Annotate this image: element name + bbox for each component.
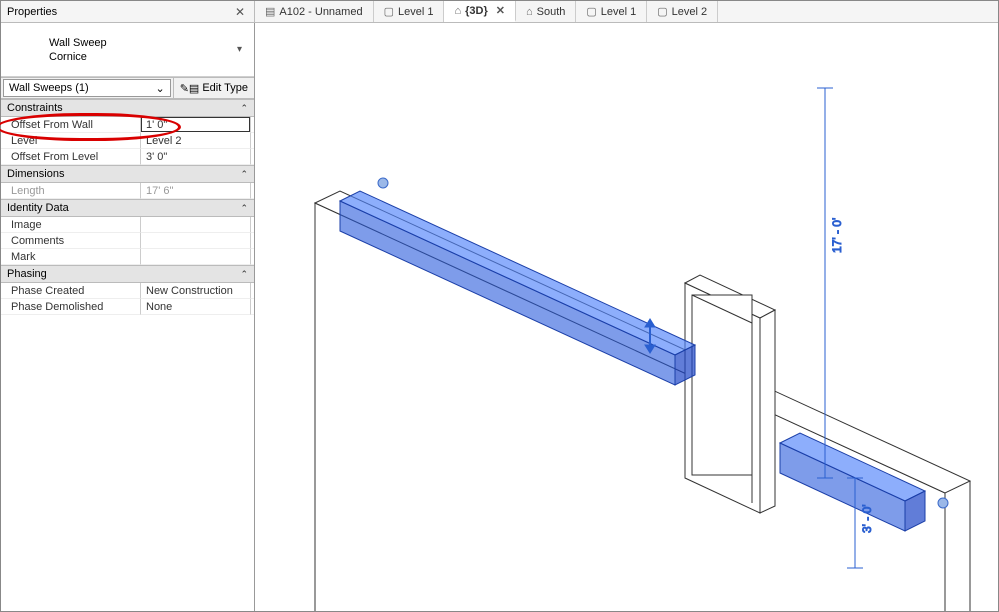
collapse-icon: ⌃ bbox=[240, 269, 248, 280]
tab-level1-b[interactable]: ▢ Level 1 bbox=[576, 1, 647, 22]
prop-label: Level bbox=[1, 133, 141, 149]
collapse-icon: ⌃ bbox=[240, 169, 248, 180]
edit-type-label: Edit Type bbox=[202, 82, 248, 94]
prop-image: Image bbox=[1, 217, 254, 233]
prop-label: Phase Created bbox=[1, 283, 141, 299]
close-icon[interactable]: ✕ bbox=[232, 5, 248, 19]
tab-label: {3D} bbox=[465, 5, 488, 17]
group-label: Phasing bbox=[7, 268, 47, 280]
group-label: Dimensions bbox=[7, 168, 64, 180]
group-header-identity[interactable]: Identity Data ⌃ bbox=[1, 199, 254, 217]
prop-value[interactable] bbox=[141, 217, 250, 233]
prop-value[interactable] bbox=[141, 233, 250, 249]
type-selector[interactable]: Wall Sweep Cornice ▾ bbox=[1, 23, 254, 77]
properties-label: Properties bbox=[7, 6, 57, 18]
prop-value[interactable] bbox=[141, 249, 250, 265]
prop-value: 17' 6" bbox=[141, 183, 250, 199]
prop-label: Mark bbox=[1, 249, 141, 265]
prop-value[interactable]: 3' 0" bbox=[141, 149, 250, 165]
tab-south[interactable]: ⌂ South bbox=[516, 1, 576, 22]
prop-label: Offset From Wall bbox=[1, 117, 141, 133]
prop-value[interactable]: None bbox=[141, 299, 250, 315]
group-header-constraints[interactable]: Constraints ⌃ bbox=[1, 99, 254, 117]
tab-3d[interactable]: ⌂ {3D} ✕ bbox=[444, 1, 516, 22]
plan-icon: ▢ bbox=[586, 5, 596, 18]
prop-offset-from-level: Offset From Level 3' 0" bbox=[1, 149, 254, 165]
tab-label: South bbox=[537, 6, 566, 18]
group-header-phasing[interactable]: Phasing ⌃ bbox=[1, 265, 254, 283]
prop-label: Phase Demolished bbox=[1, 299, 141, 315]
group-label: Constraints bbox=[7, 102, 63, 114]
chevron-down-icon: ⌄ bbox=[155, 82, 164, 95]
door-geometry bbox=[685, 275, 775, 513]
prop-comments: Comments bbox=[1, 233, 254, 249]
dim-height-label[interactable]: 17' - 0' bbox=[830, 218, 844, 253]
edit-type-button[interactable]: ✎▤ Edit Type bbox=[173, 78, 254, 98]
cube-icon: ⌂ bbox=[454, 5, 461, 17]
family-name: Wall Sweep bbox=[49, 36, 233, 50]
prop-value[interactable]: Level 2 bbox=[141, 133, 250, 149]
prop-phase-created: Phase Created New Construction bbox=[1, 283, 254, 299]
prop-length: Length 17' 6" bbox=[1, 183, 254, 199]
close-icon[interactable]: ✕ bbox=[496, 4, 505, 17]
collapse-icon: ⌃ bbox=[240, 103, 248, 114]
prop-offset-from-wall: Offset From Wall 1' 0" bbox=[1, 117, 254, 133]
dim-offset-label[interactable]: 3' - 0' bbox=[860, 504, 874, 533]
sheet-icon: ▤ bbox=[265, 5, 275, 18]
group-label: Identity Data bbox=[7, 202, 69, 214]
prop-level: Level Level 2 bbox=[1, 133, 254, 149]
prop-mark: Mark bbox=[1, 249, 254, 265]
prop-label: Image bbox=[1, 217, 141, 233]
plan-icon: ▢ bbox=[384, 5, 394, 18]
collapse-icon: ⌃ bbox=[240, 203, 248, 214]
instance-filter-dropdown[interactable]: Wall Sweeps (1) ⌄ bbox=[3, 79, 171, 97]
tab-level1-a[interactable]: ▢ Level 1 bbox=[374, 1, 445, 22]
tab-label: A102 - Unnamed bbox=[279, 6, 362, 18]
type-name: Cornice bbox=[49, 50, 233, 64]
prop-label: Length bbox=[1, 183, 141, 199]
tab-label: Level 1 bbox=[398, 6, 433, 18]
prop-phase-demolished: Phase Demolished None bbox=[1, 299, 254, 315]
tab-a102[interactable]: ▤ A102 - Unnamed bbox=[255, 1, 374, 22]
3d-viewport[interactable]: 17' - 0' 3' - 0' bbox=[255, 23, 998, 611]
prop-label: Comments bbox=[1, 233, 141, 249]
properties-panel-title: Properties ✕ bbox=[1, 1, 255, 22]
view-tabs: ▤ A102 - Unnamed ▢ Level 1 ⌂ {3D} ✕ ⌂ So… bbox=[255, 1, 998, 22]
prop-label: Offset From Level bbox=[1, 149, 141, 165]
tab-level2[interactable]: ▢ Level 2 bbox=[647, 1, 718, 22]
instance-filter-label: Wall Sweeps (1) bbox=[9, 82, 89, 94]
plan-icon: ▢ bbox=[657, 5, 667, 18]
prop-value[interactable]: New Construction bbox=[141, 283, 250, 299]
chevron-down-icon: ▾ bbox=[233, 44, 246, 55]
group-header-dimensions[interactable]: Dimensions ⌃ bbox=[1, 165, 254, 183]
tab-label: Level 2 bbox=[672, 6, 707, 18]
edit-type-icon: ✎▤ bbox=[180, 82, 200, 95]
elevation-icon: ⌂ bbox=[526, 6, 533, 18]
prop-value-input[interactable]: 1' 0" bbox=[141, 117, 250, 132]
tab-label: Level 1 bbox=[601, 6, 636, 18]
